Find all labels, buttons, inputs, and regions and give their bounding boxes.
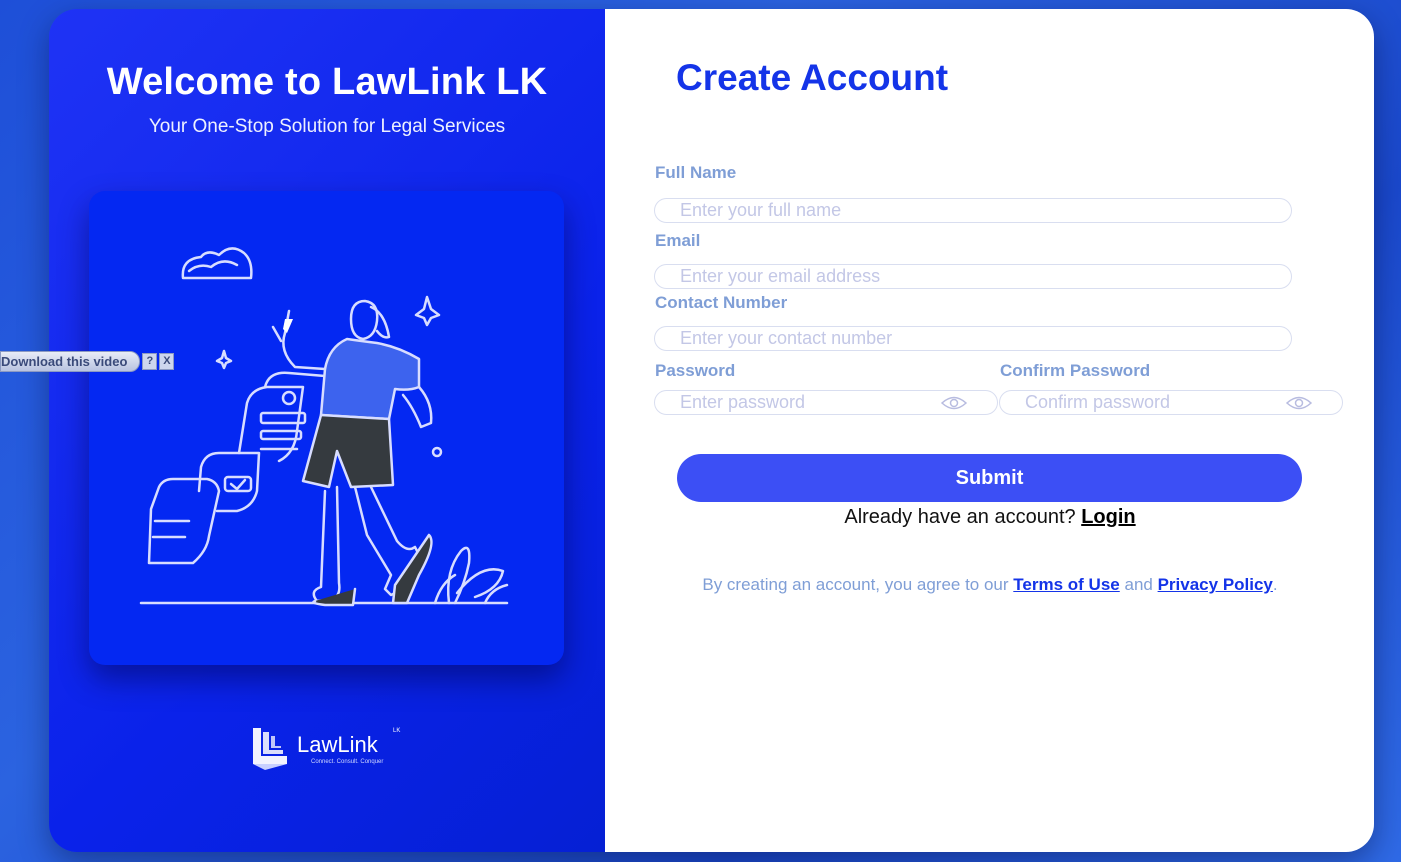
illustration-card [89,191,564,665]
login-prompt-text: Already have an account? [844,506,1076,528]
signup-card: Welcome to LawLink LK Your One-Stop Solu… [49,9,1374,852]
submit-button[interactable]: Submit [677,454,1302,502]
terms-and: and [1124,575,1153,594]
confirm-password-label: Confirm Password [1000,361,1151,380]
signup-form-panel: Create Account Full Name Email Contact N… [605,9,1374,852]
eye-icon[interactable] [941,395,967,411]
terms-suffix: . [1272,575,1278,594]
welcome-title: Welcome to LawLink LK [106,61,548,103]
full-name-field[interactable] [654,198,1292,223]
login-link[interactable]: Login [1081,506,1135,528]
terms-of-use-link[interactable]: Terms of Use [1013,575,1119,594]
password-field[interactable] [654,390,998,415]
password-label: Password [655,361,736,380]
contact-number-input[interactable] [655,327,1291,350]
email-input[interactable] [655,265,1291,288]
eye-icon[interactable] [1286,395,1312,411]
logo-name: LawLink [297,732,378,757]
privacy-policy-link[interactable]: Privacy Policy [1158,575,1273,594]
terms-notice: By creating an account, you agree to our… [605,575,1374,595]
terms-prefix: By creating an account, you agree to our [702,575,1009,594]
lawlink-logo-icon [253,728,287,770]
confirm-password-field[interactable] [999,390,1343,415]
form-heading: Create Account [676,57,949,98]
full-name-label: Full Name [655,163,737,182]
logo-superscript: LK [393,728,401,734]
close-widget-button[interactable]: X [159,352,175,370]
contact-number-field[interactable] [654,326,1292,351]
logo-text: LawLink LK Connect. Consult. Conquer [297,728,400,765]
welcome-panel: Welcome to LawLink LK Your One-Stop Solu… [49,9,605,852]
email-label: Email [655,231,701,250]
contact-number-label: Contact Number [655,293,788,312]
full-name-input[interactable] [655,199,1291,222]
lawlink-logo: LawLink LK Connect. Consult. Conquer [249,726,400,770]
login-prompt: Already have an account? Login [605,506,1374,529]
logo-tagline: Connect. Consult. Conquer [311,759,384,765]
help-button[interactable]: ? [142,352,158,370]
welcome-subtitle: Your One-Stop Solution for Legal Service… [148,116,506,137]
email-field[interactable] [654,264,1292,289]
legal-paperwork-illustration [139,247,509,607]
download-video-widget: Download this video ? X [0,350,175,372]
download-video-button[interactable]: Download this video [0,350,141,372]
